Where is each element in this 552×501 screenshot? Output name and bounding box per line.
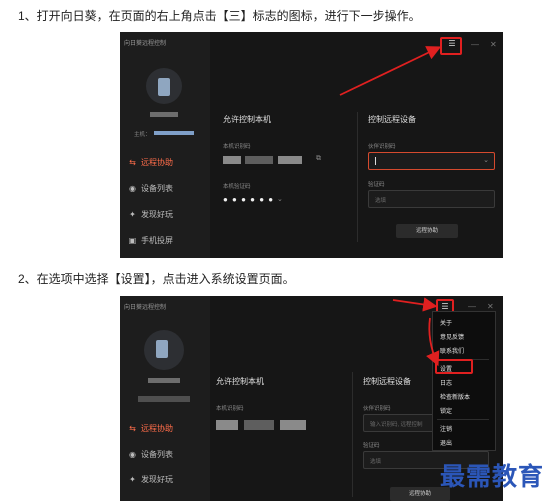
verify-label: 验证码: [368, 182, 385, 188]
minimize-icon[interactable]: —: [468, 302, 476, 311]
phone-cast-icon: ▣: [128, 236, 137, 245]
copy-icon[interactable]: ⧉: [316, 155, 321, 163]
allow-control-title: 允许控制本机: [216, 377, 264, 386]
host-id-blur: [154, 131, 194, 135]
id-blur: [244, 420, 274, 430]
menu-divider: [437, 419, 489, 420]
remote-title: 控制远程设备: [363, 377, 411, 386]
nav-label: 发现好玩: [141, 475, 173, 484]
menu-item-check-update[interactable]: 检查新版本: [440, 392, 470, 401]
menu-item-contact[interactable]: 联系我们: [440, 346, 464, 355]
window-title: 向日葵远程控制: [124, 41, 167, 47]
menu-item-logout[interactable]: 注销: [440, 424, 452, 433]
menu-item-lock[interactable]: 锁定: [440, 406, 452, 415]
id-blur: [245, 156, 273, 164]
menu-icon-highlight: [440, 37, 462, 55]
sidebar: 向日葵远程控制 ⇆ 远程协助 ◉ 设备列表 ✦ 发现好玩: [120, 296, 210, 501]
close-icon[interactable]: ✕: [487, 302, 494, 311]
local-id-label: 本机识别码: [216, 406, 244, 412]
avatar: [144, 330, 184, 370]
discover-icon: ✦: [129, 210, 136, 219]
avatar: [146, 68, 182, 104]
divider: [357, 112, 358, 242]
close-icon[interactable]: ✕: [490, 40, 497, 49]
settings-highlight: [435, 359, 473, 374]
nav-label: 手机投屏: [141, 236, 173, 245]
host-id-blur: [138, 396, 190, 402]
text-cursor: [375, 157, 376, 165]
partner-id-label: 伙伴识别码: [363, 406, 391, 412]
remote-assist-icon: ⇆: [129, 158, 136, 167]
username-blur: [148, 378, 180, 383]
nav-remote-assist[interactable]: ⇆ 远程协助: [128, 423, 173, 434]
instruction-step-1: 1、打开向日葵，在页面的右上角点击【三】标志的图标，进行下一步操作。: [18, 9, 421, 23]
minimize-icon[interactable]: —: [471, 40, 479, 49]
remote-title: 控制远程设备: [368, 115, 416, 124]
window-title: 向日葵远程控制: [124, 305, 167, 311]
menu-item-feedback[interactable]: 意见反馈: [440, 332, 464, 341]
instruction-step-2: 2、在选项中选择【设置】，点击进入系统设置页面。: [18, 272, 295, 286]
local-code-label: 本机验证码: [223, 184, 251, 190]
sidebar: 向日葵远程控制 主机： ⇆ 远程协助 ◉ 设备列表 ✦ 发现好玩 ▣ 手机投屏: [120, 32, 210, 258]
host-label: 主机：: [134, 132, 151, 138]
nav-label: 远程协助: [141, 424, 173, 433]
id-blur: [278, 156, 302, 164]
id-blur: [223, 156, 241, 164]
discover-icon: ✦: [129, 475, 136, 484]
nav-label: 设备列表: [141, 450, 173, 459]
chevron-down-icon[interactable]: ⌄: [277, 195, 283, 203]
local-code-mask: ● ● ● ● ● ●: [223, 195, 275, 204]
partner-id-label: 伙伴识别码: [368, 144, 396, 150]
partner-id-input[interactable]: ⌄: [368, 152, 495, 170]
divider: [352, 372, 353, 497]
nav-device-list[interactable]: ◉ 设备列表: [128, 183, 173, 194]
allow-control-title: 允许控制本机: [223, 115, 271, 124]
device-list-icon: ◉: [129, 184, 136, 193]
username-blur: [150, 112, 178, 117]
id-blur: [216, 420, 238, 430]
id-blur: [280, 420, 306, 430]
watermark-logo: 最需教育: [439, 462, 544, 491]
nav-phone-cast[interactable]: ▣ 手机投屏: [128, 235, 173, 246]
nav-label: 发现好玩: [141, 210, 173, 219]
device-list-icon: ◉: [129, 450, 136, 459]
options-menu: 关于 意见反馈 联系我们 设置 日志 检查新版本 锁定 注销 退出: [432, 311, 496, 451]
verify-input[interactable]: 选填: [368, 190, 495, 208]
nav-discover[interactable]: ✦ 发现好玩: [128, 209, 173, 220]
nav-label: 远程协助: [141, 158, 173, 167]
nav-remote-assist[interactable]: ⇆ 远程协助: [128, 157, 173, 168]
remote-assist-button[interactable]: 远程协助: [396, 224, 458, 238]
menu-item-exit[interactable]: 退出: [440, 438, 452, 447]
remote-assist-icon: ⇆: [129, 424, 136, 433]
screenshot-1: 向日葵远程控制 主机： ⇆ 远程协助 ◉ 设备列表 ✦ 发现好玩 ▣ 手机投屏 …: [120, 32, 503, 258]
verify-label: 验证码: [363, 443, 380, 449]
menu-item-log[interactable]: 日志: [440, 378, 452, 387]
menu-item-about[interactable]: 关于: [440, 318, 452, 327]
nav-discover[interactable]: ✦ 发现好玩: [128, 474, 173, 485]
nav-label: 设备列表: [141, 184, 173, 193]
nav-device-list[interactable]: ◉ 设备列表: [128, 449, 173, 460]
chevron-down-icon[interactable]: ⌄: [483, 156, 489, 164]
local-id-label: 本机识别码: [223, 144, 251, 150]
